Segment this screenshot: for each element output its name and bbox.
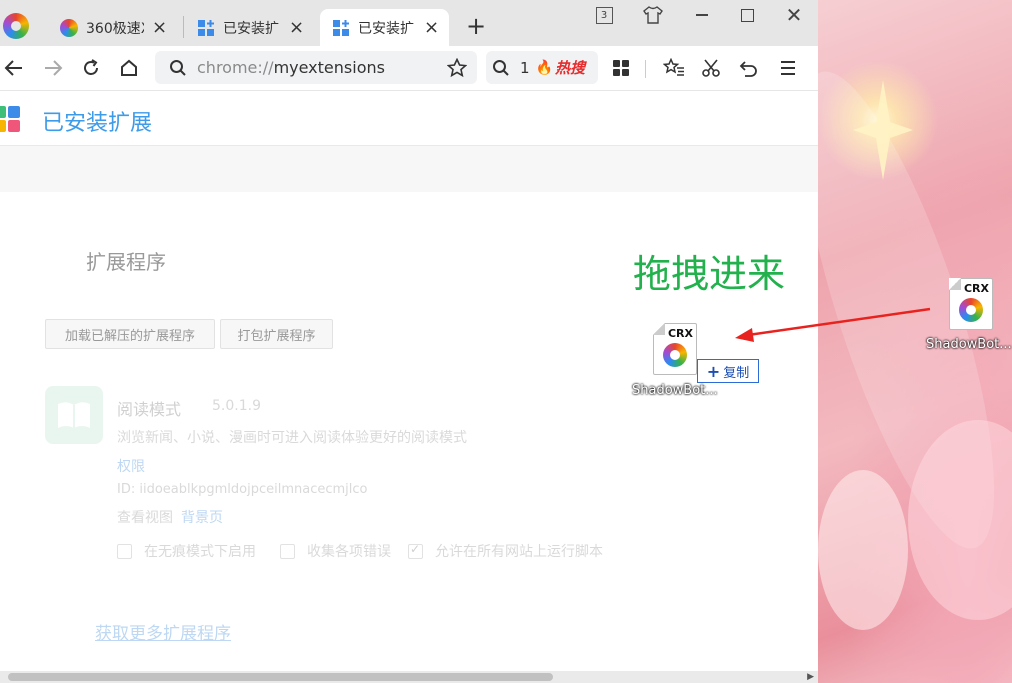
back-button[interactable] <box>2 56 26 80</box>
flame-icon: 🔥 <box>535 59 553 76</box>
reload-button[interactable] <box>79 56 103 80</box>
close-tab-icon[interactable]: × <box>424 17 439 38</box>
option-label: 在无痕模式下启用 <box>144 544 256 560</box>
extension-id: ID: iidoeablkpgmldojpceilmnacecmjlco <box>117 482 368 497</box>
extensions-icon <box>198 19 214 36</box>
checkbox[interactable] <box>117 543 132 559</box>
scroll-right-icon[interactable]: ▶ <box>807 672 814 682</box>
new-tab-button[interactable]: + <box>466 12 486 40</box>
pack-extension-button[interactable]: 打包扩展程序 <box>220 319 333 349</box>
extensions-icon <box>333 19 349 36</box>
collect-errors-option[interactable]: 收集各项错误 <box>280 541 391 561</box>
search-icon <box>493 59 509 76</box>
copy-label: 复制 <box>723 365 750 381</box>
developer-bar <box>0 146 818 192</box>
book-icon <box>45 386 103 444</box>
load-unpacked-button[interactable]: 加载已解压的扩展程序 <box>45 319 215 349</box>
page-title: 已安装扩展 <box>42 111 153 136</box>
toolbar: chrome://myextensions 1 🔥 热搜 <box>0 46 818 91</box>
copy-badge: + 复制 <box>697 359 759 383</box>
toolbar-divider <box>645 60 646 78</box>
checkbox-checked[interactable] <box>408 542 423 559</box>
tab-extensions[interactable]: 已安装扩 × <box>197 9 304 46</box>
background-page-link[interactable]: 背景页 <box>181 510 223 526</box>
scrollbar-thumb[interactable] <box>8 673 553 681</box>
undo-icon[interactable] <box>737 56 761 80</box>
crx-type-tag: CRX <box>963 282 989 295</box>
tab-divider <box>183 16 184 38</box>
scissors-icon[interactable] <box>699 56 723 80</box>
search-icon <box>170 59 186 76</box>
forward-button[interactable] <box>41 56 65 80</box>
home-button[interactable] <box>117 56 141 80</box>
maximize-button[interactable] <box>735 2 759 28</box>
tab-bar: 360极速X × 已安装扩 × 已安装扩 × + 3 ✕ <box>0 0 818 46</box>
tab-count-button[interactable]: 3 <box>594 2 614 28</box>
get-more-extensions-link[interactable]: 获取更多扩展程序 <box>95 619 231 644</box>
dragging-file-name: ShadowBot... <box>632 383 718 398</box>
tab-extensions-active[interactable]: 已安装扩 × <box>320 9 450 46</box>
desktop-file-name[interactable]: ShadowBot... <box>926 337 1012 352</box>
url-scheme: chrome:// <box>197 58 274 77</box>
apps-grid-icon[interactable] <box>609 56 633 80</box>
desktop-wallpaper: CRX ShadowBot... <box>818 0 1012 683</box>
tab-count-value: 3 <box>595 6 613 24</box>
hot-search-box[interactable]: 1 🔥 热搜 <box>486 51 598 84</box>
close-tab-icon[interactable]: × <box>289 17 304 38</box>
option-label: 允许在所有网站上运行脚本 <box>435 544 603 560</box>
option-label: 收集各项错误 <box>307 544 391 560</box>
permissions-link[interactable]: 权限 <box>117 456 145 476</box>
bookmark-star-icon[interactable] <box>447 58 467 78</box>
address-bar[interactable]: chrome://myextensions <box>155 51 477 84</box>
desktop-crx-file-icon[interactable]: CRX <box>949 278 993 330</box>
url-host: myextensions <box>273 58 385 77</box>
page-header: 已安装扩展 <box>0 91 818 146</box>
crx-type-tag: CRX <box>667 327 693 340</box>
tab-360-home[interactable]: 360极速X × <box>60 9 167 46</box>
hot-search-count: 1 <box>520 58 530 77</box>
address-url: chrome://myextensions <box>197 58 385 77</box>
tab-title: 已安装扩 <box>358 20 414 37</box>
inspect-views: 查看视图 背景页 <box>117 507 223 527</box>
extension-version: 5.0.1.9 <box>212 398 261 414</box>
extension-name: 阅读模式 <box>117 400 182 419</box>
inspect-views-label: 查看视图 <box>117 510 173 526</box>
close-window-button[interactable]: ✕ <box>782 2 806 28</box>
hot-search-label: 热搜 <box>554 59 585 77</box>
extensions-logo-icon <box>0 106 22 134</box>
tab-title: 已安装扩 <box>223 20 279 37</box>
incognito-option[interactable]: 在无痕模式下启用 <box>117 541 256 561</box>
minimize-button[interactable] <box>690 2 714 28</box>
360-browser-icon <box>60 18 78 37</box>
dragging-crx-file-icon[interactable]: CRX <box>653 323 697 375</box>
tab-title: 360极速X <box>86 20 144 37</box>
section-title: 扩展程序 <box>86 250 166 274</box>
all-sites-option[interactable]: 允许在所有网站上运行脚本 <box>408 541 603 561</box>
drag-here-annotation: 拖拽进来 <box>633 252 786 296</box>
favorites-icon[interactable] <box>662 56 686 80</box>
close-tab-icon[interactable]: × <box>152 17 167 38</box>
sparkle-icon <box>853 80 913 180</box>
plus-icon: + <box>706 361 721 381</box>
skin-icon[interactable] <box>640 2 666 28</box>
checkbox[interactable] <box>280 543 295 559</box>
horizontal-scrollbar[interactable]: ▶ <box>0 671 818 683</box>
extension-description: 浏览新闻、小说、漫画时可进入阅读体验更好的阅读模式 <box>117 430 467 446</box>
menu-icon[interactable] <box>776 56 800 80</box>
360-logo-icon[interactable] <box>3 13 29 39</box>
